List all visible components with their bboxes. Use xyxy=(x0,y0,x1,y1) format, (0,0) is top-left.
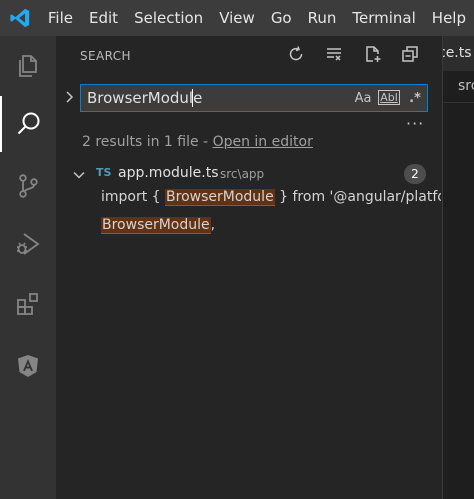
editor-tab[interactable]: ce.ts xyxy=(442,36,474,71)
result-file-name: app.module.ts xyxy=(118,165,219,181)
vscode-logo-icon xyxy=(0,0,40,36)
activity-bar xyxy=(0,36,56,499)
menu-view[interactable]: View xyxy=(211,0,263,36)
source-control-icon xyxy=(14,172,42,200)
search-icon xyxy=(14,109,44,139)
result-file-path: src\app xyxy=(220,167,265,181)
open-in-editor-link[interactable]: Open in editor xyxy=(213,134,313,150)
match-highlight: BrowserModule xyxy=(101,217,211,234)
refresh-icon xyxy=(287,45,305,67)
menu-help[interactable]: Help xyxy=(424,0,474,36)
refresh-button[interactable] xyxy=(284,44,308,68)
toggle-replace-button[interactable] xyxy=(62,90,76,106)
menu-selection[interactable]: Selection xyxy=(126,0,211,36)
regex-toggle[interactable]: .* xyxy=(405,88,425,108)
search-input[interactable] xyxy=(87,88,327,108)
breadcrumb-label: src xyxy=(458,78,474,94)
collapse-all-icon xyxy=(401,45,419,67)
search-box: Aa Abl .* xyxy=(80,84,428,112)
search-sidebar: SEARCH BrowserModule Aa Abl .* ··· 2 res… xyxy=(56,36,442,499)
sidebar-title: SEARCH xyxy=(80,49,131,63)
breadcrumb[interactable]: src xyxy=(442,71,474,103)
menu-bar: File Edit Selection View Go Run Terminal… xyxy=(0,0,474,36)
results-count-text: 2 results in 1 file - xyxy=(82,134,213,150)
new-search-editor-button[interactable] xyxy=(361,44,385,68)
menu-terminal[interactable]: Terminal xyxy=(344,0,423,36)
menu-file[interactable]: File xyxy=(40,0,81,36)
extensions-button[interactable] xyxy=(0,276,56,332)
match-row[interactable]: BrowserModule, xyxy=(101,217,441,241)
whole-word-toggle[interactable]: Abl xyxy=(378,90,400,105)
match-count-badge: 2 xyxy=(404,164,426,184)
match-text-after: } from '@angular/platfo... xyxy=(274,189,441,205)
sidebar-divider[interactable] xyxy=(442,36,443,499)
menu-edit[interactable]: Edit xyxy=(81,0,126,36)
clear-results-button[interactable] xyxy=(322,44,346,68)
chevron-down-icon xyxy=(72,167,86,186)
explorer-button[interactable] xyxy=(0,38,56,94)
clear-results-icon xyxy=(325,45,343,67)
match-text-before: import { xyxy=(101,189,166,205)
source-control-button[interactable] xyxy=(0,158,56,214)
angular-icon xyxy=(15,353,41,379)
text-caret xyxy=(192,89,193,107)
chevron-right-icon xyxy=(64,89,74,108)
new-search-editor-icon xyxy=(364,45,382,67)
run-debug-icon xyxy=(14,230,42,258)
files-icon xyxy=(14,52,42,80)
angular-button[interactable] xyxy=(0,338,56,394)
typescript-file-icon: TS xyxy=(96,166,112,179)
editor-tab-label: ce.ts xyxy=(442,45,472,61)
search-view-button[interactable] xyxy=(0,96,56,152)
result-file-row[interactable]: TS app.module.ts src\app 2 xyxy=(56,163,442,185)
results-summary: 2 results in 1 file - Open in editor xyxy=(82,134,313,150)
search-details-button[interactable]: ··· xyxy=(406,114,424,133)
collapse-all-button[interactable] xyxy=(398,44,422,68)
extensions-icon xyxy=(14,290,42,318)
match-highlight: BrowserModule xyxy=(165,189,275,206)
editor-area: ce.ts src xyxy=(442,36,474,499)
match-row[interactable]: import { BrowserModule } from '@angular/… xyxy=(101,189,441,213)
menu-go[interactable]: Go xyxy=(263,0,300,36)
menu-run[interactable]: Run xyxy=(300,0,345,36)
match-case-toggle[interactable]: Aa xyxy=(353,88,373,108)
run-debug-button[interactable] xyxy=(0,216,56,272)
match-text-after: , xyxy=(210,217,216,233)
